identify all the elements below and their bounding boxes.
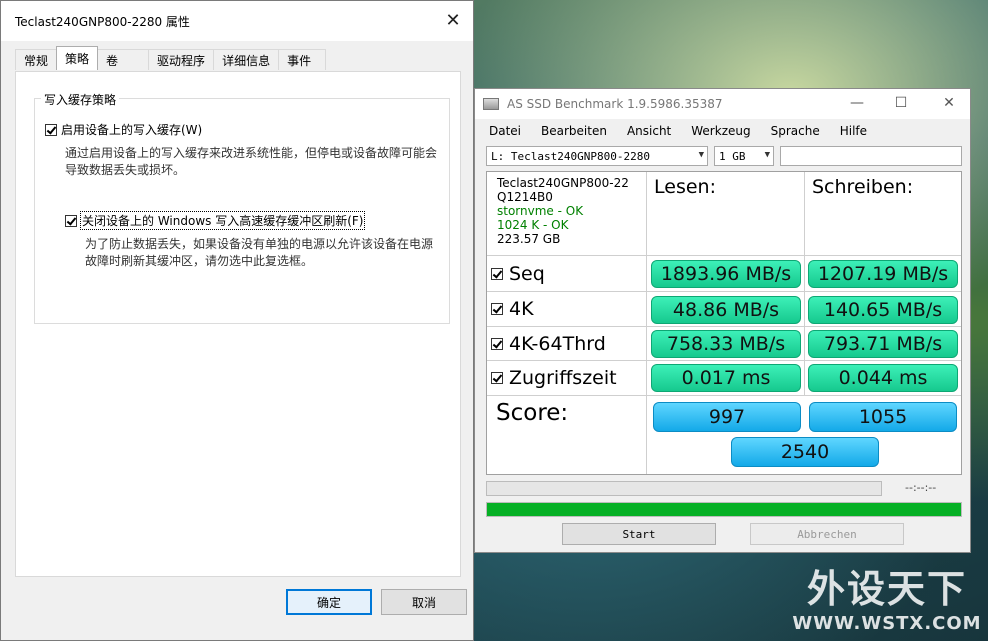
dialog-title: Teclast240GNP800-2280 属性 [15,14,190,29]
write-cache-checkbox[interactable] [45,123,57,136]
4k64-write-value: 793.71 MB/s [808,330,958,358]
tab-policies[interactable]: 策略 [56,46,99,70]
close-icon[interactable]: ✕ [939,95,959,111]
tab-driver[interactable]: 驱动程序 [148,49,215,70]
tab-bar: 常规 策略 卷 驱动程序 详细信息 事件 [15,46,327,71]
asssd-titlebar: AS SSD Benchmark 1.9.5986.35387 — ☐ ✕ [475,89,970,119]
4k64-read-value: 758.33 MB/s [651,330,801,358]
tab-general[interactable]: 常规 [15,49,58,70]
4k-write-value: 140.65 MB/s [808,296,958,324]
menu-bearbeiten[interactable]: Bearbeiten [541,124,607,138]
write-cache-label[interactable]: 启用设备上的写入缓存(W) [61,121,202,138]
write-cache-desc-line1: 通过启用设备上的写入缓存来改进系统性能，但停电或设备故障可能会 [65,146,438,160]
row-4k64[interactable]: 4K-64Thrd [487,327,647,361]
abort-button[interactable]: Abbrechen [750,523,904,545]
menu-datei[interactable]: Datei [489,124,521,138]
4k-checkbox[interactable] [491,303,503,315]
size-select-value: 1 GB [719,149,746,163]
menu-sprache[interactable]: Sprache [771,124,820,138]
flush-checkbox[interactable] [65,214,77,227]
extra-field[interactable] [780,146,962,166]
test-progress-bar [486,481,882,496]
row-seq-label: Seq [509,262,545,285]
total-progress-bar [486,502,962,517]
device-capacity: 223.57 GB [497,232,561,246]
watermark-text: 外设天下 [806,567,967,611]
asssd-title: AS SSD Benchmark 1.9.5986.35387 [507,97,723,111]
menu-hilfe[interactable]: Hilfe [840,124,867,138]
flush-desc-line1: 为了防止数据丢失，如果设备没有单独的电源以允许该设备在电源 [85,237,434,251]
menu-ansicht[interactable]: Ansicht [627,124,671,138]
flush-option[interactable]: 关闭设备上的 Windows 写入高速缓存缓冲区刷新(F) [65,211,366,230]
row-seq[interactable]: Seq [487,256,647,292]
write-cache-option[interactable]: 启用设备上的写入缓存(W) [45,121,202,138]
write-cache-group: 写入缓存策略 启用设备上的写入缓存(W) 通过启用设备上的写入缓存来改进系统性能… [34,91,450,324]
tab-events[interactable]: 事件 [278,49,327,70]
close-icon[interactable]: ✕ [443,11,463,31]
ok-button[interactable]: 确定 [286,589,372,615]
drive-icon [483,98,499,110]
properties-dialog: Teclast240GNP800-2280 属性 ✕ 常规 策略 卷 驱动程序 … [0,0,474,641]
device-name: Teclast240GNP800-22 [497,176,629,190]
watermark: 外设天下 WWW.WSTX.COM [792,558,982,634]
menu-werkzeug[interactable]: Werkzeug [691,124,750,138]
row-4k-label: 4K [509,298,534,320]
device-align-status: 1024 K - OK [497,218,569,232]
group-title: 写入缓存策略 [41,91,120,108]
row-access[interactable]: Zugriffszeit [487,361,647,396]
chevron-down-icon: ▼ [764,150,770,160]
write-cache-desc-line2: 导致数据丢失或损坏。 [65,163,186,177]
device-firmware: Q1214B0 [497,190,553,204]
tab-volumes[interactable]: 卷 [97,49,150,70]
elapsed-timer: --:--:-- [905,481,937,494]
access-read-value: 0.017 ms [651,364,801,392]
write-header: Schreiben: [805,172,961,256]
access-checkbox[interactable] [491,372,503,384]
write-cache-description: 通过启用设备上的写入缓存来改进系统性能，但停电或设备故障可能会 导致数据丢失或损… [65,145,437,179]
size-select[interactable]: 1 GB ▼ [714,146,774,166]
seq-checkbox[interactable] [491,267,503,280]
row-4k64-label: 4K-64Thrd [509,332,606,355]
score-write-value: 1055 [809,402,957,432]
total-progress-fill [487,503,961,516]
4k-read-value: 48.86 MB/s [651,296,801,324]
start-button[interactable]: Start [562,523,716,545]
flush-description: 为了防止数据丢失，如果设备没有单独的电源以允许该设备在电源 故障时刷新其缓冲区，… [85,236,433,270]
score-read-value: 997 [653,402,801,432]
watermark-url: WWW.WSTX.COM [792,613,982,634]
seq-read-value: 1893.96 MB/s [651,260,801,288]
tab-details[interactable]: 详细信息 [213,49,280,70]
seq-write-value: 1207.19 MB/s [808,260,958,288]
row-access-label: Zugriffszeit [509,367,617,389]
minimize-icon[interactable]: — [847,95,867,111]
device-driver-status: stornvme - OK [497,204,584,218]
chevron-down-icon: ▼ [698,150,704,160]
tab-panel: 写入缓存策略 启用设备上的写入缓存(W) 通过启用设备上的写入缓存来改进系统性能… [15,71,461,577]
cancel-button[interactable]: 取消 [381,589,467,615]
score-total-value: 2540 [731,437,879,467]
results-grid: Teclast240GNP800-22 Q1214B0 stornvme - O… [486,171,962,475]
score-label: Score: [487,396,647,474]
read-header: Lesen: [647,172,805,256]
dialog-titlebar: Teclast240GNP800-2280 属性 ✕ [1,1,473,41]
menu-bar: Datei Bearbeiten Ansicht Werkzeug Sprach… [475,119,970,143]
4k64-checkbox[interactable] [491,337,503,350]
device-info: Teclast240GNP800-22 Q1214B0 stornvme - O… [487,172,647,256]
drive-select[interactable]: L: Teclast240GNP800-2280 ▼ [486,146,708,166]
asssd-window: AS SSD Benchmark 1.9.5986.35387 — ☐ ✕ Da… [474,88,971,553]
flush-desc-line2: 故障时刷新其缓冲区，请勿选中此复选框。 [85,254,314,268]
drive-select-value: L: Teclast240GNP800-2280 [491,149,650,163]
access-write-value: 0.044 ms [808,364,958,392]
maximize-icon[interactable]: ☐ [891,95,911,111]
row-4k[interactable]: 4K [487,292,647,327]
flush-label[interactable]: 关闭设备上的 Windows 写入高速缓存缓冲区刷新(F) [79,211,366,230]
